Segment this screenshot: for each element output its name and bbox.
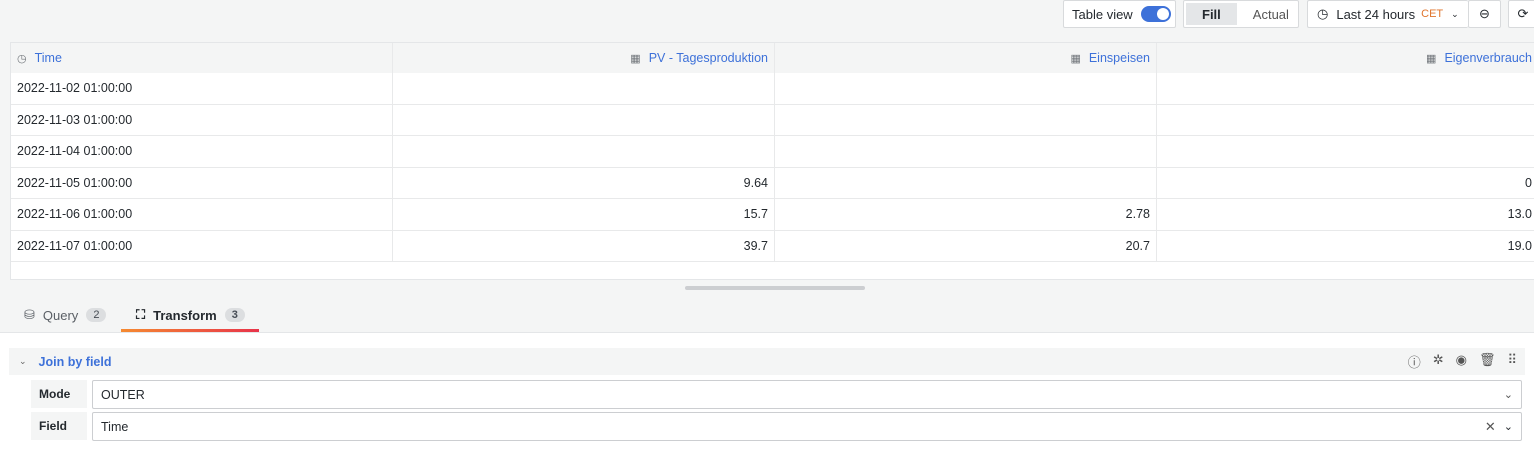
refresh-icon: ⟳ (1517, 6, 1529, 21)
table-row: 2022-11-05 01:00:00 9.64 0 (11, 167, 1534, 199)
table-cell: 2022-11-06 01:00:00 (11, 199, 393, 230)
tab-transform[interactable]: ⛶ Transform 3 (136, 300, 245, 330)
table-cell (1157, 136, 1534, 167)
table-row: 2022-11-06 01:00:00 15.7 2.78 13.0 (11, 199, 1534, 231)
database-icon: ⛁ (24, 307, 35, 322)
resize-handle[interactable] (685, 286, 865, 290)
tab-count: 3 (224, 308, 245, 322)
table-row: 2022-11-04 01:00:00 (11, 136, 1534, 168)
zoom-out-button[interactable]: ⊖ (1468, 0, 1501, 28)
table-cell: 2.78 (775, 199, 1157, 230)
table-cell (393, 136, 775, 167)
transform-title: Join by field (38, 354, 112, 369)
table-cell (393, 73, 775, 104)
collapse-chevron-icon[interactable]: ⌄ (19, 356, 27, 367)
column-header-label: Eigenverbrauch (1444, 51, 1532, 65)
mode-select[interactable]: OUTER ⌄ (92, 380, 1522, 409)
chevron-down-icon: ⌄ (1503, 389, 1513, 401)
data-table: ◷ Time ▦ PV - Tagesproduktion ▦ Einspeisen ▦ Ei… (10, 42, 1534, 280)
timezone-label: CET (1421, 8, 1444, 20)
clock-icon: ◷ (17, 52, 27, 65)
table-row: 2022-11-03 01:00:00 (11, 104, 1534, 136)
tab-label: Query (42, 307, 79, 323)
table-cell: 20.7 (775, 230, 1157, 261)
column-header[interactable]: ◷ Time (11, 43, 393, 73)
zoom-out-icon: ⊖ (1479, 6, 1490, 21)
table-view-label: Table view (1072, 6, 1133, 22)
tab-query[interactable]: ⛁ Query 2 (24, 300, 107, 330)
number-field-icon: ▦ (1070, 52, 1081, 65)
trash-icon[interactable]: 🗑 (1479, 352, 1496, 371)
table-cell: 13.0 (1507, 207, 1532, 222)
column-header-label: Einspeisen (1088, 51, 1150, 65)
column-header[interactable]: ▦ Eigenverbrauch (1157, 43, 1534, 73)
table-cell (775, 104, 1157, 135)
actual-button[interactable]: Actual (1237, 3, 1305, 25)
table-cell (775, 73, 1157, 104)
table-cell: 2022-11-05 01:00:00 (11, 167, 393, 198)
table-cell: 0 (1525, 175, 1532, 190)
field-value: Time (101, 419, 129, 434)
table-cell: 9.64 (393, 167, 775, 198)
table-row: 2022-11-07 01:00:00 39.7 20.7 19.0 (11, 230, 1534, 262)
field-label: Field (31, 412, 87, 440)
column-header-label: PV - Tagesproduktion (648, 51, 768, 65)
table-header: ◷ Time ▦ PV - Tagesproduktion ▦ Einspeisen ▦ Ei… (11, 43, 1534, 73)
table-cell: 19.0 (1507, 238, 1532, 253)
column-header-label: Time (34, 51, 62, 65)
fill-actual-group: Fill Actual (1183, 0, 1299, 28)
eye-icon[interactable]: ◉ (1456, 352, 1467, 371)
mode-value: OUTER (101, 387, 145, 402)
chevron-down-icon: ⌄ (1451, 8, 1459, 19)
table-cell: 2022-11-03 01:00:00 (11, 104, 393, 135)
table-cell (775, 167, 1157, 198)
table-cell (393, 104, 775, 135)
chevron-down-icon: ⌄ (1503, 421, 1513, 433)
info-icon[interactable]: ⓘ (1408, 352, 1421, 371)
table-view-toggle[interactable]: Table view (1063, 0, 1176, 28)
table-cell (1157, 73, 1534, 104)
toggle-switch[interactable] (1140, 6, 1171, 22)
column-header[interactable]: ▦ PV - Tagesproduktion (393, 43, 775, 73)
time-range-picker[interactable]: ◷ Last 24 hours CET ⌄ (1307, 0, 1468, 28)
number-field-icon: ▦ (1426, 52, 1437, 65)
table-cell (775, 136, 1157, 167)
tab-label: Transform (153, 307, 217, 323)
table-cell: 2022-11-07 01:00:00 (11, 230, 393, 261)
refresh-button[interactable]: ⟳ (1508, 0, 1534, 28)
transform-icon: ⛶ (136, 307, 146, 322)
table-cell (1157, 105, 1534, 136)
table-cell: 2022-11-02 01:00:00 (11, 73, 393, 104)
fill-button[interactable]: Fill (1186, 3, 1237, 25)
clear-icon[interactable]: ✕ (1485, 419, 1496, 435)
drag-handle-icon[interactable]: ⠿ (1507, 352, 1517, 371)
table-cell: 2022-11-04 01:00:00 (11, 136, 393, 167)
transform-header[interactable]: ⌄ Join by field ⓘ ✲ ◉ 🗑 ⠿ (9, 348, 1525, 375)
table-row: 2022-11-02 01:00:00 (11, 73, 1534, 105)
field-select[interactable]: Time ✕ ⌄ (92, 412, 1522, 441)
table-cell: 15.7 (393, 199, 775, 230)
debug-bug-icon[interactable]: ✲ (1433, 352, 1444, 371)
clock-icon: ◷ (1317, 6, 1329, 21)
tab-count: 2 (86, 308, 107, 322)
column-header[interactable]: ▦ Einspeisen (775, 43, 1157, 73)
table-cell: 39.7 (393, 230, 775, 261)
time-range-label: Last 24 hours (1336, 6, 1416, 22)
number-field-icon: ▦ (630, 52, 641, 65)
mode-label: Mode (31, 380, 87, 408)
